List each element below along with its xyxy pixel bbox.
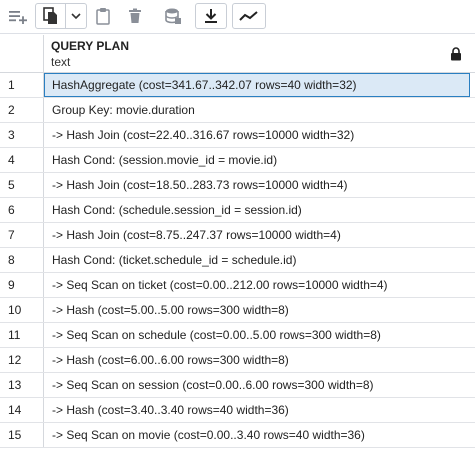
table-row: 12 -> Hash (cost=6.00..6.00 rows=300 wid…	[0, 348, 475, 373]
delete-icon	[129, 8, 141, 23]
copy-button-group	[35, 3, 87, 29]
save-data-icon	[165, 8, 181, 24]
add-row-icon	[9, 11, 27, 24]
grid-header: QUERY PLAN text	[0, 35, 475, 73]
table-row: 2 Group Key: movie.duration	[0, 98, 475, 123]
copy-button[interactable]	[36, 4, 67, 28]
plan-cell[interactable]: -> Seq Scan on session (cost=0.00..6.00 …	[44, 373, 470, 397]
paste-button[interactable]	[90, 3, 116, 29]
download-button[interactable]	[195, 3, 227, 29]
row-number[interactable]: 4	[0, 148, 44, 172]
table-row: 10 -> Hash (cost=5.00..5.00 rows=300 wid…	[0, 298, 475, 323]
plan-cell[interactable]: -> Seq Scan on movie (cost=0.00..3.40 ro…	[44, 423, 470, 447]
row-number[interactable]: 8	[0, 248, 44, 272]
copy-icon	[42, 7, 57, 24]
graph-visualiser-button[interactable]	[232, 3, 266, 29]
row-number[interactable]: 3	[0, 123, 44, 147]
add-row-button[interactable]	[4, 3, 32, 29]
table-row: 5 -> Hash Join (cost=18.50..283.73 rows=…	[0, 173, 475, 198]
row-number[interactable]: 2	[0, 98, 44, 122]
plan-cell[interactable]: Group Key: movie.duration	[44, 98, 470, 122]
plan-cell[interactable]: Hash Cond: (session.movie_id = movie.id)	[44, 148, 470, 172]
row-number-header[interactable]	[0, 35, 44, 73]
table-row: 14 -> Hash (cost=3.40..3.40 rows=40 widt…	[0, 398, 475, 423]
row-number[interactable]: 15	[0, 423, 44, 447]
plan-cell[interactable]: -> Hash (cost=6.00..6.00 rows=300 width=…	[44, 348, 470, 372]
table-row: 3 -> Hash Join (cost=22.40..316.67 rows=…	[0, 123, 475, 148]
save-data-button[interactable]	[158, 3, 188, 29]
delete-button[interactable]	[122, 3, 148, 29]
plan-cell[interactable]: Hash Cond: (schedule.session_id = sessio…	[44, 198, 470, 222]
table-row: 11 -> Seq Scan on schedule (cost=0.00..5…	[0, 323, 475, 348]
plan-cell[interactable]: -> Seq Scan on schedule (cost=0.00..5.00…	[44, 323, 470, 347]
table-row: 6 Hash Cond: (schedule.session_id = sess…	[0, 198, 475, 223]
row-number[interactable]: 11	[0, 323, 44, 347]
row-number[interactable]: 13	[0, 373, 44, 397]
plan-cell[interactable]: -> Seq Scan on ticket (cost=0.00..212.00…	[44, 273, 470, 297]
table-row: 4 Hash Cond: (session.movie_id = movie.i…	[0, 148, 475, 173]
row-number[interactable]: 5	[0, 173, 44, 197]
graph-icon	[239, 11, 258, 21]
plan-cell[interactable]: HashAggregate (cost=341.67..342.07 rows=…	[44, 73, 470, 97]
plan-cell[interactable]: -> Hash Join (cost=22.40..316.67 rows=10…	[44, 123, 470, 147]
table-row: 1 HashAggregate (cost=341.67..342.07 row…	[0, 73, 475, 98]
paste-icon	[96, 8, 110, 25]
chevron-down-icon	[71, 13, 81, 20]
table-row: 9 -> Seq Scan on ticket (cost=0.00..212.…	[0, 273, 475, 298]
table-row: 13 -> Seq Scan on session (cost=0.00..6.…	[0, 373, 475, 398]
plan-cell[interactable]: -> Hash Join (cost=18.50..283.73 rows=10…	[44, 173, 470, 197]
plan-cell[interactable]: -> Hash Join (cost=8.75..247.37 rows=100…	[44, 223, 470, 247]
copy-options-button[interactable]	[66, 4, 86, 28]
row-number[interactable]: 9	[0, 273, 44, 297]
lock-icon	[451, 47, 461, 61]
column-type: text	[51, 55, 71, 69]
table-row: 15 -> Seq Scan on movie (cost=0.00..3.40…	[0, 423, 475, 448]
download-icon	[205, 9, 217, 23]
table-row: 7 -> Hash Join (cost=8.75..247.37 rows=1…	[0, 223, 475, 248]
table-row: 8 Hash Cond: (ticket.schedule_id = sched…	[0, 248, 475, 273]
plan-cell[interactable]: Hash Cond: (ticket.schedule_id = schedul…	[44, 248, 470, 272]
plan-cell[interactable]: -> Hash (cost=3.40..3.40 rows=40 width=3…	[44, 398, 470, 422]
row-number[interactable]: 7	[0, 223, 44, 247]
row-number[interactable]: 1	[0, 73, 44, 97]
column-name: QUERY PLAN	[51, 39, 130, 53]
row-number[interactable]: 10	[0, 298, 44, 322]
row-number[interactable]: 12	[0, 348, 44, 372]
toolbar	[0, 0, 475, 34]
plan-cell[interactable]: -> Hash (cost=5.00..5.00 rows=300 width=…	[44, 298, 470, 322]
row-number[interactable]: 6	[0, 198, 44, 222]
row-number[interactable]: 14	[0, 398, 44, 422]
